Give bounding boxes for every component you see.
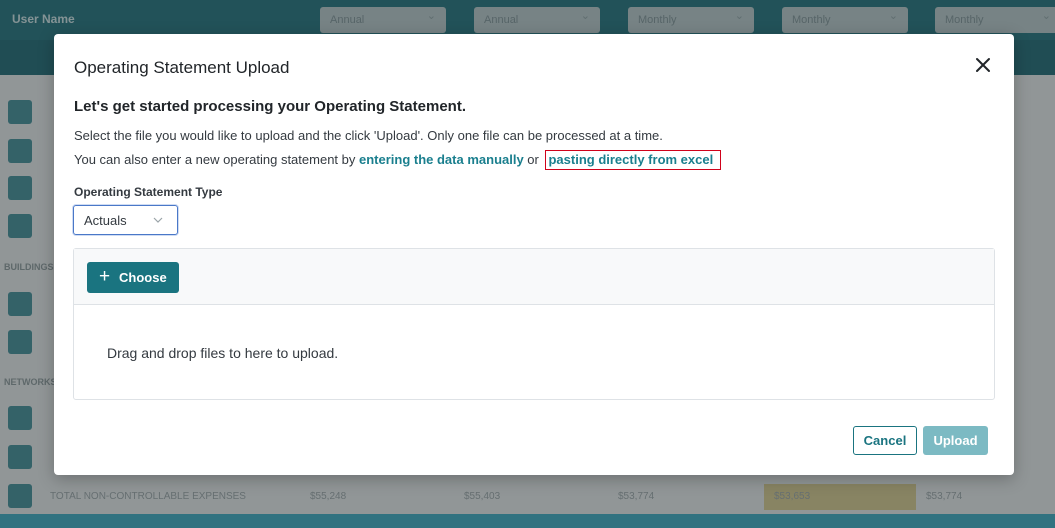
choose-label: Choose (119, 270, 167, 285)
drop-zone-text[interactable]: Drag and drop files to here to upload. (107, 345, 338, 361)
close-button[interactable] (972, 54, 994, 76)
description-connector: or (523, 152, 543, 167)
description-line-1: Select the file you would like to upload… (74, 128, 663, 143)
cancel-button[interactable]: Cancel (853, 426, 917, 455)
statement-type-value: Actuals (84, 213, 127, 228)
enter-manually-link[interactable]: entering the data manually (359, 152, 524, 167)
modal-title: Operating Statement Upload (74, 58, 290, 77)
file-upload-area: + Choose Drag and drop files to here to … (73, 248, 995, 400)
statement-type-label: Operating Statement Type (74, 185, 223, 199)
upload-button[interactable]: Upload (923, 426, 988, 455)
upload-modal: Operating Statement Upload Let's get sta… (54, 34, 1014, 475)
modal-heading: Let's get started processing your Operat… (74, 98, 466, 115)
upload-toolbar: + Choose (74, 249, 994, 305)
paste-from-excel-link[interactable]: pasting directly from excel (545, 150, 722, 170)
description-prefix: You can also enter a new operating state… (74, 152, 359, 167)
statement-type-select[interactable]: Actuals (73, 205, 178, 235)
close-icon (976, 58, 990, 72)
plus-icon: + (99, 266, 111, 287)
chevron-down-icon (153, 217, 163, 223)
choose-button[interactable]: + Choose (87, 262, 179, 293)
description-line-2: You can also enter a new operating state… (74, 150, 722, 170)
